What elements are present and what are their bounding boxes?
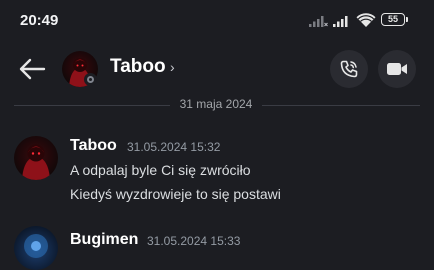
signal-icon: [333, 16, 348, 27]
video-camera-icon: [387, 63, 407, 75]
status-bar: 20:49 55: [0, 0, 434, 42]
offline-status-icon: [84, 73, 97, 86]
chat-header: Taboo ›: [0, 42, 434, 96]
avatar[interactable]: [14, 136, 58, 180]
chat-title[interactable]: Taboo: [110, 56, 166, 78]
chevron-right-icon[interactable]: ›: [170, 59, 175, 75]
message-text: Kiedyś wyzdrowieje to się postawi: [70, 186, 281, 202]
message-author[interactable]: Taboo: [70, 137, 117, 155]
video-call-button[interactable]: [378, 50, 416, 88]
phone-call-icon: [340, 60, 358, 78]
wifi-icon: [356, 13, 376, 27]
battery-icon: 55: [381, 13, 408, 26]
voice-call-button[interactable]: [330, 50, 368, 88]
signal-off-icon: [309, 16, 328, 27]
date-divider: 31 maja 2024: [179, 97, 253, 111]
back-arrow-icon[interactable]: [18, 57, 46, 81]
avatar[interactable]: [14, 226, 58, 270]
message-text: A odpalaj byle Ci się zwróciło: [70, 162, 251, 178]
divider-line: [262, 105, 420, 106]
message-timestamp: 31.05.2024 15:32: [127, 140, 221, 154]
clock: 20:49: [20, 12, 59, 29]
message-timestamp: 31.05.2024 15:33: [147, 234, 241, 248]
battery-level: 55: [387, 14, 398, 24]
message-author[interactable]: Bugimen: [70, 231, 138, 249]
divider-line: [14, 105, 170, 106]
